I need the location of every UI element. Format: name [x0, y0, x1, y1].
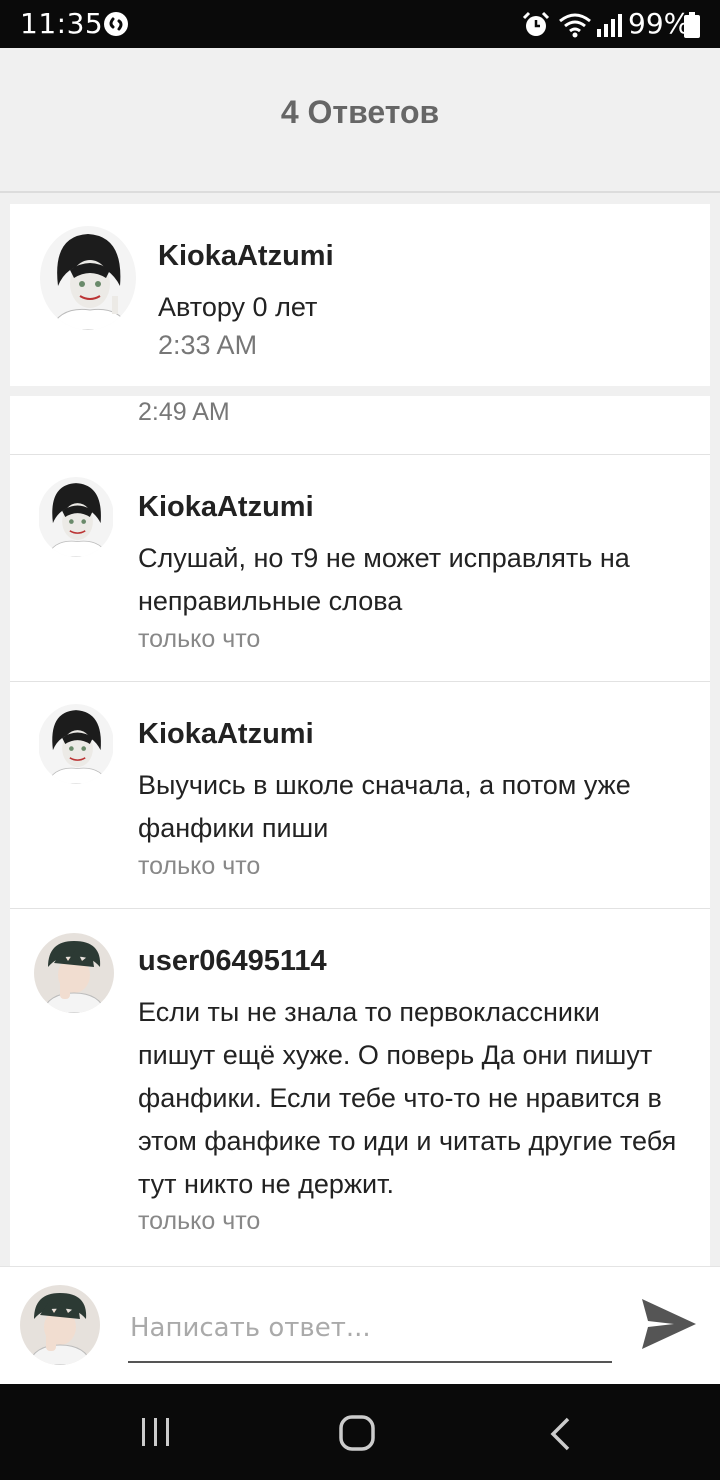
send-icon[interactable] [640, 1297, 698, 1351]
avatar[interactable] [34, 933, 114, 1013]
list-item[interactable]: user06495114 Если ты не знала то первокл… [10, 908, 710, 1267]
reply-author[interactable]: KiokaAtzumi [138, 491, 314, 524]
comment-text: Автору 0 лет [158, 292, 318, 322]
reply-composer: Написать ответ... [0, 1266, 720, 1385]
comment-author[interactable]: KiokaAtzumi [158, 240, 334, 273]
reply-text: Слушай, но т9 не может исправлять на неп… [138, 543, 630, 616]
home-icon[interactable] [338, 1414, 376, 1452]
reply-time: только что [138, 1207, 261, 1235]
battery-icon [684, 12, 700, 38]
comment-time: 2:33 AM [158, 330, 258, 360]
reply-text: Если ты не знала то первоклассники пишут… [138, 997, 677, 1199]
page-title: 4 Ответов [280, 94, 440, 130]
reply-input[interactable]: Написать ответ... [128, 1303, 612, 1363]
recent-apps-icon[interactable] [140, 1416, 172, 1448]
avatar[interactable] [38, 477, 114, 557]
back-icon[interactable] [548, 1416, 572, 1452]
avatar[interactable] [38, 704, 114, 784]
reply-time: только что [138, 625, 261, 653]
list-item[interactable]: KiokaAtzumi Выучись в школе сначала, а п… [10, 681, 710, 908]
status-time: 11:35 [20, 7, 104, 40]
reply-author[interactable]: user06495114 [138, 945, 327, 978]
alarm-icon [522, 11, 550, 36]
original-comment-card[interactable]: KiokaAtzumi Автору 0 лет 2:33 AM [10, 204, 710, 386]
header: 4 Ответов [0, 48, 720, 193]
system-nav-bar [0, 1384, 720, 1480]
previous-reply-time: 2:49 AM [138, 398, 230, 426]
reply-text: Выучись в школе сначала, а потом уже фан… [138, 770, 631, 843]
reply-input-placeholder: Написать ответ... [130, 1313, 371, 1343]
wifi-icon [559, 13, 591, 38]
reply-author[interactable]: KiokaAtzumi [138, 718, 314, 751]
signal-icon [597, 14, 622, 37]
avatar[interactable] [40, 226, 136, 330]
battery-percentage: 99% [628, 7, 691, 40]
replies-list[interactable]: 2:49 AM KiokaAtzumi Слушай, но т9 не мож… [10, 396, 710, 1267]
reply-time: только что [138, 852, 261, 880]
list-item[interactable]: KiokaAtzumi Слушай, но т9 не может испра… [10, 454, 710, 681]
shazam-icon [104, 12, 128, 36]
avatar[interactable] [20, 1285, 100, 1365]
status-bar: 11:35 99% [0, 0, 720, 48]
